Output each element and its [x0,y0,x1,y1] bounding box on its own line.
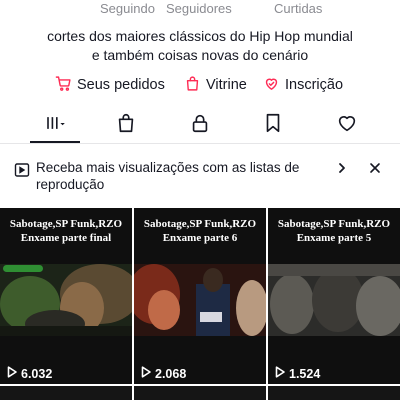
video-thumbnail[interactable]: Sabotage,SP Funk,RZO Enxame parte 6 2.06… [134,208,266,384]
video-title-line-1: Sabotage,SP Funk,RZO [9,218,123,230]
bio-line-2: e também coisas novas do cenário [91,47,309,63]
subscription-link-label: Inscrição [285,77,344,93]
video-title-line-2: Enxame parte final [20,231,112,244]
showcase-link[interactable]: Vitrine [184,74,247,96]
play-icon [141,366,151,381]
view-count-value: 1.524 [289,366,321,381]
active-tab-indicator [30,141,80,143]
playlist-banner-text: Receba mais visualizações com as listas … [36,160,300,192]
likes-label: Curtidas [274,1,323,16]
view-count: 6.032 [7,366,52,381]
profile-stats: Seguindo Seguidores Curtidas [0,0,400,20]
content-tabs [0,108,400,144]
subscription-heart-icon [263,75,280,96]
grid-videos-icon [45,112,67,139]
tab-liked[interactable] [333,112,361,138]
view-count: 2.068 [141,366,186,381]
chevron-right-icon[interactable] [334,160,350,176]
shopping-bag-icon [115,112,137,139]
video-title-line-1: Sabotage,SP Funk,RZO [277,218,391,230]
video-thumbnail[interactable] [268,386,400,400]
play-icon [7,366,17,381]
video-frame-image [268,264,400,336]
play-icon [275,366,285,381]
view-count: 1.524 [275,366,320,381]
lock-icon [189,112,211,139]
bio-line-1: cortes dos maiores clássicos do Hip Hop … [47,28,353,44]
profile-links: Seus pedidos Vitrine Inscrição [0,74,400,96]
tab-saved[interactable] [259,112,287,138]
video-frame-image [0,264,132,336]
close-icon[interactable] [368,161,382,175]
following-label[interactable]: Seguindo [100,1,155,16]
video-grid: Sabotage,SP Funk,RZO Enxame parte final … [0,208,400,400]
tab-videos[interactable] [38,112,74,138]
video-title-line-1: Sabotage,SP Funk,RZO [143,218,257,230]
video-thumbnail[interactable] [134,386,266,400]
profile-bio: cortes dos maiores clássicos do Hip Hop … [0,27,400,65]
tab-private[interactable] [186,112,214,138]
channel-watermark [3,265,43,272]
tab-shop[interactable] [112,112,140,138]
playlist-icon [14,162,30,178]
video-title-line-2: Enxame parte 5 [296,231,372,244]
video-frame-image [134,264,266,336]
video-title: Sabotage,SP Funk,RZO Enxame parte final [0,218,132,245]
video-thumbnail[interactable]: Sabotage,SP Funk,RZO Enxame parte 5 1.52… [268,208,400,384]
shopping-bag-icon [184,75,201,96]
orders-link[interactable]: Seus pedidos [55,74,165,96]
view-count-value: 6.032 [21,366,53,381]
playlist-banner[interactable]: Receba mais visualizações com as listas … [0,152,400,200]
view-count-value: 2.068 [155,366,187,381]
orders-link-label: Seus pedidos [77,77,165,93]
video-thumbnail[interactable]: Sabotage,SP Funk,RZO Enxame parte final … [0,208,132,384]
video-title: Sabotage,SP Funk,RZO Enxame parte 5 [268,218,400,245]
cart-icon [55,75,72,96]
video-title: Sabotage,SP Funk,RZO Enxame parte 6 [134,218,266,245]
bookmark-icon [262,112,284,139]
followers-label[interactable]: Seguidores [166,1,232,16]
video-title-line-2: Enxame parte 6 [162,231,238,244]
subscription-link[interactable]: Inscrição [263,74,343,96]
heart-icon [336,112,358,139]
video-thumbnail[interactable] [0,386,132,400]
showcase-link-label: Vitrine [206,77,247,93]
